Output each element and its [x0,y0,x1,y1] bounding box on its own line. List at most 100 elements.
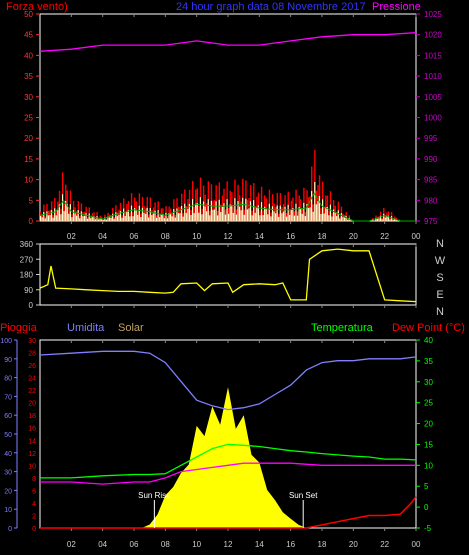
pressure-y-tick-label: 995 [424,134,438,143]
wind-avg-bar [69,204,71,221]
wind-avg-bar [320,213,322,221]
wind-avg-bar [259,215,261,221]
humidity-y-tick-label: 70 [4,394,12,401]
x-tick-label: 14 [255,540,264,549]
wind-avg-bar [88,213,90,221]
rain-y-tick-label: 8 [32,476,36,483]
wind-y-tick-label: 35 [24,72,33,81]
wind-avg-bar [143,212,145,221]
wind-avg-bar [232,212,234,221]
wind-avg-bar [325,207,327,221]
wind-avg-bar [138,205,140,221]
wind-avg-bar [285,216,288,221]
wind-avg-bar [174,217,176,221]
wind-avg-bar [284,206,286,221]
wind-avg-bar [246,209,248,221]
wind-avg-bar [309,207,311,221]
wind-avg-bar [265,208,267,221]
wind-avg-bar [383,213,385,221]
wind-avg-bar [337,210,339,221]
wind-avg-bar [303,202,305,221]
wind-avg-bar [74,213,76,221]
wind-avg-bar [289,214,291,221]
wind-avg-bar [253,200,255,221]
wind-avg-bar [140,216,142,221]
wind-avg-bar [196,202,198,221]
temp-y-tick-label: 35 [424,357,433,366]
humidity-y-tick-label: 60 [4,413,12,420]
wind-avg-bar [157,210,159,221]
wind-y-tick-label: 40 [24,51,33,60]
x-tick-label: 06 [130,540,139,549]
pressure-title: Pressione [372,1,421,13]
wind-avg-bar [57,210,59,221]
wind-avg-bar [152,213,154,221]
wind-y-tick-label: 5 [29,196,34,205]
wind-avg-bar [63,211,65,221]
wind-avg-bar [237,201,239,221]
wind-avg-bar [113,218,115,221]
pressure-y-tick-label: 990 [424,155,438,164]
wind-avg-bar [97,219,100,221]
wind-avg-bar [72,209,75,221]
x-tick-label: 10 [192,232,201,241]
wind-y-tick-label: 30 [24,93,33,102]
wind-avg-bar [312,211,314,221]
pressure-y-tick-label: 1005 [424,93,442,102]
x-tick-label: 04 [98,540,107,549]
wind-avg-bar [384,217,386,221]
wind-avg-bar [151,215,153,221]
wind-y-tick-label: 0 [29,217,34,226]
direction-y-tick-label: 0 [29,301,34,310]
wind-avg-bar [191,198,194,221]
wind-avg-bar [126,211,128,221]
wind-avg-bar [137,214,139,221]
wind-avg-bar [339,218,341,221]
wind-avg-bar [43,212,45,221]
wind-avg-bar [80,211,82,221]
wind-avg-bar [79,218,81,221]
wind-avg-bar [347,219,349,221]
wind-avg-bar [345,216,347,221]
wind-avg-bar [123,208,125,221]
wind-avg-bar [314,181,316,221]
wind-avg-bar [202,201,205,221]
wind-avg-bar [260,202,263,221]
wind-avg-bar [336,216,338,221]
rain-y-tick-label: 10 [28,463,36,470]
temp-y-tick-label: 30 [424,378,433,387]
wind-avg-bar [118,214,120,221]
rain-y-tick-label: 4 [32,501,36,508]
wind-avg-bar [215,201,217,221]
temp-y-tick-label: 5 [424,482,429,491]
wind-avg-bar [296,215,299,221]
wind-avg-bar [304,216,306,221]
humidity-y-tick-label: 90 [4,357,12,364]
x-tick-label: 02 [67,540,76,549]
direction-y-tick-label: 270 [20,255,34,264]
wind-avg-bar [217,215,219,221]
temp-y-tick-label: 15 [424,440,433,449]
rain-y-tick-label: 24 [28,376,36,383]
wind-avg-bar [173,209,175,221]
wind-avg-bar [54,208,56,221]
pressure-y-tick-label: 1000 [424,114,442,123]
wind-avg-bar [376,218,379,221]
rain-y-tick-label: 16 [28,426,36,433]
wind-avg-bar [199,197,201,221]
wind-avg-bar [213,209,216,221]
x-tick-label: 06 [130,232,139,241]
wind-avg-bar [386,216,388,221]
wind-avg-bar [149,208,151,221]
wind-avg-bar [328,215,330,221]
pressure-y-tick-label: 975 [424,217,438,226]
wind-avg-bar [209,215,211,221]
rain-y-tick-label: 2 [32,513,36,520]
direction-y-tick-label: 90 [24,286,33,295]
wind-avg-bar [206,211,208,221]
x-tick-label: 12 [224,540,233,549]
wind-avg-bar [317,201,319,221]
temp-y-tick-label: 10 [424,461,433,470]
wind-avg-bar [207,199,209,221]
wind-y-tick-label: 20 [24,134,33,143]
